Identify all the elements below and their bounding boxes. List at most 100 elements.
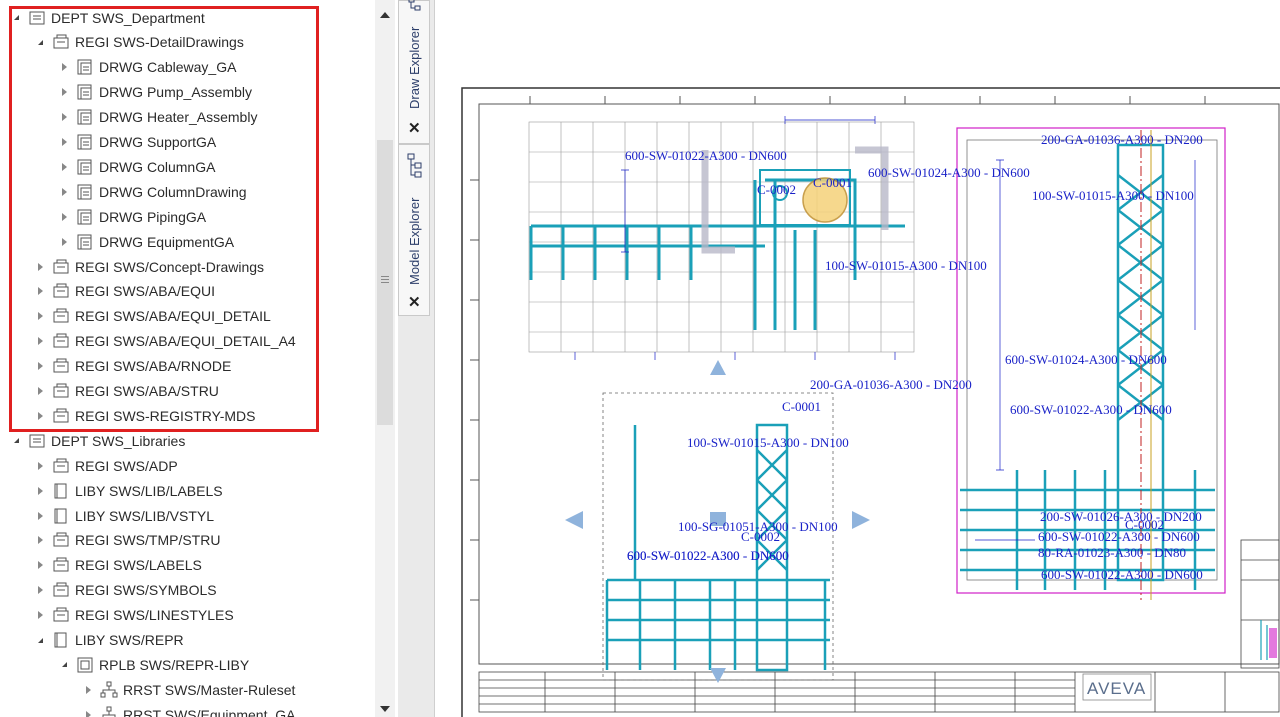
tree-node[interactable]: DEPT SWS_Department xyxy=(0,5,385,30)
collapsed-arrow-icon[interactable] xyxy=(34,385,46,397)
collapsed-arrow-icon[interactable] xyxy=(82,709,94,717)
collapsed-arrow-icon[interactable] xyxy=(58,86,70,98)
tree-node-label: DEPT SWS_Department xyxy=(51,9,205,26)
collapsed-arrow-icon[interactable] xyxy=(34,310,46,322)
pipe-label: 200-GA-01036-A300 - DN200 xyxy=(810,377,972,392)
scroll-up-arrow-icon[interactable] xyxy=(380,12,390,18)
tree-node[interactable]: REGI SWS/ADP xyxy=(0,453,398,478)
regi-node-icon xyxy=(52,307,70,325)
collapsed-arrow-icon[interactable] xyxy=(58,211,70,223)
tree-node[interactable]: REGI SWS-REGISTRY-MDS xyxy=(0,403,398,428)
tree-node[interactable]: LIBY SWS/LIB/LABELS xyxy=(0,478,398,503)
tree-node-label: REGI SWS/LABELS xyxy=(75,557,202,574)
tab-model-explorer[interactable]: Model Explorer ✕ xyxy=(398,144,430,316)
tree-node[interactable]: REGI SWS-DetailDrawings xyxy=(0,30,398,55)
pipe-label: 600-SW-01022-A300 - DN600 xyxy=(1010,402,1172,417)
drwg-node-icon xyxy=(76,58,94,76)
tab-draw-explorer[interactable]: Draw Explorer ✕ xyxy=(398,0,430,144)
tree-node[interactable]: REGI SWS/Concept-Drawings xyxy=(0,254,398,279)
collapsed-arrow-icon[interactable] xyxy=(34,534,46,546)
collapsed-arrow-icon[interactable] xyxy=(34,335,46,347)
tree-node[interactable]: RRST SWS/Equipment_GA xyxy=(0,702,398,717)
tree-node[interactable]: REGI SWS/ABA/EQUI xyxy=(0,279,398,304)
tree-node[interactable]: LIBY SWS/REPR xyxy=(0,628,398,653)
expanded-arrow-icon[interactable] xyxy=(34,634,46,646)
drawing-canvas[interactable]: AVEVA 600-SW-01022-A300 - DN600 600-SW-01… xyxy=(435,0,1280,717)
tree-node[interactable]: REGI SWS/ABA/EQUI_DETAIL xyxy=(0,304,398,329)
tree-node[interactable]: RPLB SWS/REPR-LIBY xyxy=(0,652,398,677)
tree-node[interactable]: LIBY SWS/LIB/VSTYL xyxy=(0,503,398,528)
pipe-label: C-0001 xyxy=(782,399,821,414)
collapsed-arrow-icon[interactable] xyxy=(58,136,70,148)
liby-node-icon xyxy=(52,507,70,525)
liby-node-icon xyxy=(52,631,70,649)
close-icon[interactable]: ✕ xyxy=(408,119,421,137)
collapsed-arrow-icon[interactable] xyxy=(34,559,46,571)
tree-node-label: RRST SWS/Master-Ruleset xyxy=(123,681,296,698)
tree-node[interactable]: RRST SWS/Master-Ruleset xyxy=(0,677,398,702)
collapsed-arrow-icon[interactable] xyxy=(34,584,46,596)
tree-node[interactable]: REGI SWS/TMP/STRU xyxy=(0,528,398,553)
collapsed-arrow-icon[interactable] xyxy=(58,186,70,198)
collapsed-arrow-icon[interactable] xyxy=(58,161,70,173)
expanded-arrow-icon[interactable] xyxy=(10,435,22,447)
collapsed-arrow-icon[interactable] xyxy=(34,410,46,422)
pipe-label: 600-SW-01022-A300 - DN600 xyxy=(627,548,789,563)
collapsed-arrow-icon[interactable] xyxy=(82,684,94,696)
collapsed-arrow-icon[interactable] xyxy=(34,285,46,297)
tree-node[interactable]: DEPT SWS_Libraries xyxy=(0,428,385,453)
tree-node[interactable]: REGI SWS/SYMBOLS xyxy=(0,578,398,603)
tree-node[interactable]: REGI SWS/ABA/EQUI_DETAIL_A4 xyxy=(0,329,398,354)
pipe-label: C-0002 xyxy=(757,182,796,197)
drwg-node-icon xyxy=(76,233,94,251)
pipe-label: C-0002 xyxy=(741,529,780,544)
tree-node[interactable]: REGI SWS/ABA/STRU xyxy=(0,379,398,404)
tree-node-label: DRWG ColumnGA xyxy=(99,158,216,175)
tree-node[interactable]: REGI SWS/ABA/RNODE xyxy=(0,354,398,379)
tree-node[interactable]: DRWG EquipmentGA xyxy=(0,229,398,254)
collapsed-arrow-icon[interactable] xyxy=(58,61,70,73)
close-icon[interactable]: ✕ xyxy=(408,293,421,311)
magenta-mark xyxy=(1269,628,1277,658)
tree-node-label: REGI SWS/ABA/EQUI xyxy=(75,283,216,300)
liby-node-icon xyxy=(52,482,70,500)
rrst-node-icon xyxy=(100,681,118,699)
tab-draw-explorer-label: Draw Explorer xyxy=(407,26,422,109)
dept-node-icon xyxy=(28,432,46,450)
tree-node[interactable]: DRWG Cableway_GA xyxy=(0,55,398,80)
collapsed-arrow-icon[interactable] xyxy=(58,111,70,123)
tree-node[interactable]: DRWG ColumnGA xyxy=(0,154,398,179)
collapsed-arrow-icon[interactable] xyxy=(34,460,46,472)
tree-node-label: RPLB SWS/REPR-LIBY xyxy=(99,656,250,673)
expanded-arrow-icon[interactable] xyxy=(34,36,46,48)
tree-node-label: DRWG ColumnDrawing xyxy=(99,183,247,200)
collapsed-arrow-icon[interactable] xyxy=(34,485,46,497)
scroll-thumb[interactable] xyxy=(377,140,393,425)
tree-node[interactable]: REGI SWS/LINESTYLES xyxy=(0,603,398,628)
collapsed-arrow-icon[interactable] xyxy=(34,360,46,372)
collapsed-arrow-icon[interactable] xyxy=(34,609,46,621)
collapsed-arrow-icon[interactable] xyxy=(34,510,46,522)
tree-node[interactable]: DRWG Pump_Assembly xyxy=(0,80,398,105)
scroll-down-arrow-icon[interactable] xyxy=(380,706,390,712)
tree-node[interactable]: DRWG PipingGA xyxy=(0,204,398,229)
pipe-label: 200-GA-01036-A300 - DN200 xyxy=(1041,132,1203,147)
tree-node[interactable]: DRWG SupportGA xyxy=(0,130,398,155)
pipe-label: 200-SW-01026-A300 - DN200 xyxy=(1040,509,1202,524)
tree-node-label: REGI SWS/Concept-Drawings xyxy=(75,258,265,275)
collapsed-arrow-icon[interactable] xyxy=(58,236,70,248)
regi-node-icon xyxy=(52,282,70,300)
regi-node-icon xyxy=(52,606,70,624)
tree-node[interactable]: REGI SWS/LABELS xyxy=(0,553,398,578)
tree-node-label: DRWG EquipmentGA xyxy=(99,233,235,250)
expanded-arrow-icon[interactable] xyxy=(58,659,70,671)
dept-node-icon xyxy=(28,9,46,27)
tree-node-label: LIBY SWS/LIB/LABELS xyxy=(75,482,223,499)
collapsed-arrow-icon[interactable] xyxy=(34,261,46,273)
tree-node[interactable]: DRWG Heater_Assembly xyxy=(0,105,398,130)
tree-scrollbar[interactable] xyxy=(375,0,395,717)
expanded-arrow-icon[interactable] xyxy=(10,12,22,24)
drwg-node-icon xyxy=(76,83,94,101)
tree-node[interactable]: DRWG ColumnDrawing xyxy=(0,179,398,204)
regi-node-icon xyxy=(52,407,70,425)
